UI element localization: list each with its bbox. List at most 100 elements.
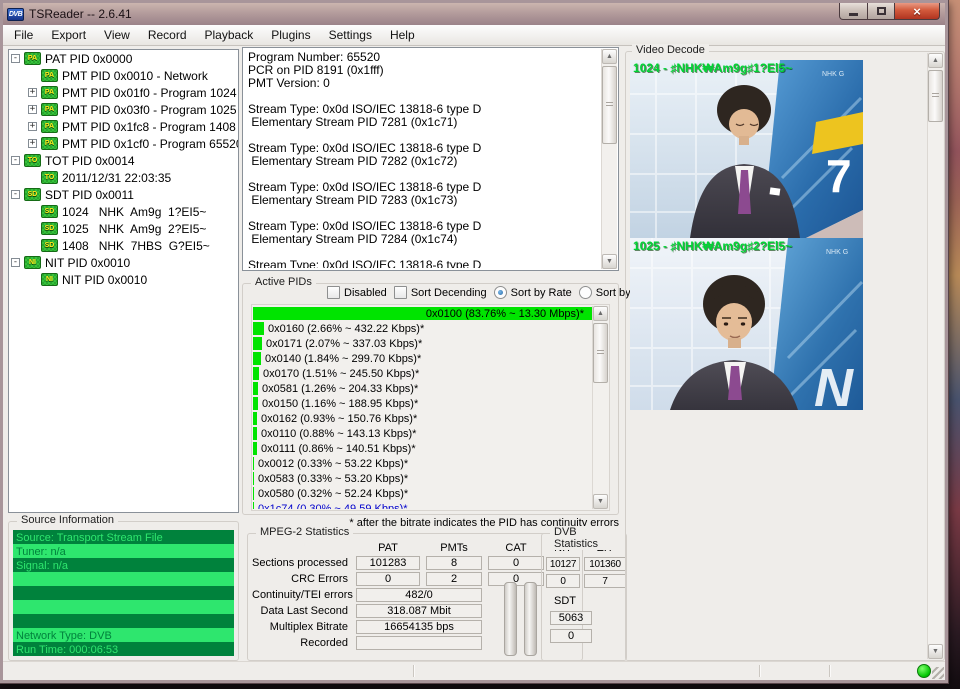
source-info-row: Network Type: DVB	[13, 628, 234, 642]
stats-value-field: 0	[546, 574, 580, 588]
pid-bitrate-bar	[253, 382, 258, 395]
tree-item[interactable]: -PAPAT PID 0x0000	[9, 50, 238, 67]
tree-item[interactable]: +PAPMT PID 0x01f0 - Program 1024	[9, 84, 238, 101]
stats-col-header: PAT	[356, 542, 420, 554]
table-icon-pa: PA	[41, 103, 58, 116]
pid-bitrate-bar	[253, 457, 254, 470]
buffer-gauge-2	[524, 582, 537, 656]
scroll-up-icon[interactable]: ▲	[602, 49, 617, 64]
menu-item-export[interactable]: Export	[42, 26, 95, 44]
expand-icon[interactable]: +	[28, 105, 37, 114]
source-info-row	[13, 614, 234, 628]
tree-item[interactable]: PAPMT PID 0x0010 - Network	[9, 67, 238, 84]
pid-list-scrollbar[interactable]: ▲ ▼	[592, 306, 608, 509]
tree-item[interactable]: +PAPMT PID 0x03f0 - Program 1025	[9, 101, 238, 118]
tree-item[interactable]: +PAPMT PID 0x1fc8 - Program 1408	[9, 118, 238, 135]
pid-bitrate-bar	[253, 472, 254, 485]
tree-item[interactable]: SD 1025 NHK Am9g 2?EI5~	[9, 220, 238, 237]
checkbox-disabled[interactable]: Disabled	[327, 286, 387, 299]
program-scrollbar[interactable]: ▲ ▼	[601, 49, 617, 269]
scroll-down-icon[interactable]: ▼	[593, 494, 608, 509]
tree-item[interactable]: SD1408 NHK 7HBS G?EI5~	[9, 237, 238, 254]
tree-item[interactable]: NINIT PID 0x0010	[9, 271, 238, 288]
table-icon-to: TO	[24, 154, 41, 167]
video-panel-scrollbar[interactable]: ▲ ▼	[927, 53, 943, 659]
tree-item[interactable]: SD1024 NHK Am9g 1?EI5~	[9, 203, 238, 220]
tree-item[interactable]: -NINIT PID 0x0010	[9, 254, 238, 271]
pid-row[interactable]: 0x0111 (0.86% ~ 140.51 Kbps)*	[253, 441, 592, 456]
pid-row[interactable]: 0x0140 (1.84% ~ 299.70 Kbps)*	[253, 351, 592, 366]
source-info-row	[13, 600, 234, 614]
table-icon-ni: NI	[24, 256, 41, 269]
pid-row[interactable]: 0x0171 (2.07% ~ 337.03 Kbps)*	[253, 336, 592, 351]
table-icon-sd: SD	[41, 205, 58, 218]
scrollbar-thumb[interactable]	[602, 66, 617, 144]
checkbox-sort-decending[interactable]: Sort Decending	[394, 286, 487, 299]
maximize-button[interactable]	[868, 3, 895, 20]
radio-icon	[579, 286, 592, 299]
pid-tree[interactable]: -PAPAT PID 0x0000PAPMT PID 0x0010 - Netw…	[8, 49, 239, 513]
pid-row[interactable]: 0x0583 (0.33% ~ 53.20 Kbps)*	[253, 471, 592, 486]
menu-item-plugins[interactable]: Plugins	[262, 26, 319, 44]
expand-icon[interactable]: +	[28, 139, 37, 148]
tree-item[interactable]: +PAPMT PID 0x1cf0 - Program 65520	[9, 135, 238, 152]
tree-item-label: 1408 NHK 7HBS G?EI5~	[62, 239, 210, 253]
resize-grip[interactable]	[932, 667, 944, 679]
scroll-down-icon[interactable]: ▼	[928, 644, 943, 659]
active-pids-list[interactable]: 0x0100 (83.76% ~ 13.30 Mbps)*0x0160 (2.6…	[251, 304, 610, 511]
collapse-icon[interactable]: -	[11, 190, 20, 199]
menu-item-record[interactable]: Record	[139, 26, 196, 44]
scroll-up-icon[interactable]: ▲	[928, 53, 943, 68]
pid-row-label: 0x0581 (1.26% ~ 204.33 Kbps)*	[262, 383, 418, 395]
buffer-gauge-1	[504, 582, 517, 656]
menu-item-playback[interactable]: Playback	[196, 26, 263, 44]
tree-item[interactable]: -TOTOT PID 0x0014	[9, 152, 238, 169]
pid-row[interactable]: 0x0580 (0.32% ~ 52.24 Kbps)*	[253, 486, 592, 501]
sdt-errors-field: 0	[550, 629, 592, 643]
tree-item[interactable]: TO2011/12/31 22:03:35	[9, 169, 238, 186]
signal-status-indicator	[917, 664, 931, 678]
pid-row[interactable]: 0x0150 (1.16% ~ 188.95 Kbps)*	[253, 396, 592, 411]
stats-col-header: PMTs	[426, 542, 482, 554]
pid-row[interactable]: 0x0100 (83.76% ~ 13.30 Mbps)*	[253, 306, 592, 321]
pid-row[interactable]: 0x0170 (1.51% ~ 245.50 Kbps)*	[253, 366, 592, 381]
active-pids-group: Active PIDs DisabledSort DecendingSort b…	[242, 283, 619, 515]
menu-item-file[interactable]: File	[5, 26, 42, 44]
collapse-icon[interactable]: -	[11, 156, 20, 165]
dvb-sdt-section: SDT 5063 0	[542, 588, 626, 643]
close-icon: ×	[913, 4, 921, 19]
radio-sort-by-rate[interactable]: Sort by Rate	[494, 286, 572, 299]
expand-icon[interactable]: +	[28, 122, 37, 131]
scroll-up-icon[interactable]: ▲	[593, 306, 608, 321]
minimize-button[interactable]	[839, 3, 868, 20]
close-button[interactable]: ×	[895, 3, 940, 20]
title-bar[interactable]: DVB TSReader -- 2.6.41 ×	[3, 3, 945, 25]
menu-item-settings[interactable]: Settings	[320, 26, 381, 44]
svg-text:7: 7	[826, 150, 852, 202]
table-icon-sd: SD	[41, 222, 58, 235]
thumb-grip-icon	[606, 102, 613, 108]
collapse-icon[interactable]: -	[11, 258, 20, 267]
expand-icon[interactable]: +	[28, 88, 37, 97]
pid-row-label: 0x0140 (1.84% ~ 299.70 Kbps)*	[265, 353, 421, 365]
mpeg2-statistics-group: MPEG-2 Statistics PATPMTsCATSections pro…	[247, 533, 583, 661]
scrollbar-thumb[interactable]	[928, 70, 943, 122]
stats-value-field	[356, 636, 482, 650]
pid-row[interactable]: 0x0162 (0.93% ~ 150.76 Kbps)*	[253, 411, 592, 426]
pid-row[interactable]: 0x1c74 (0.30% ~ 49.59 Kbps)*	[253, 501, 592, 509]
menu-item-help[interactable]: Help	[381, 26, 424, 44]
pid-row-label: 0x0111 (0.86% ~ 140.51 Kbps)*	[261, 443, 416, 455]
pid-row[interactable]: 0x0160 (2.66% ~ 432.22 Kbps)*	[253, 321, 592, 336]
pid-bitrate-bar	[253, 397, 258, 410]
tree-item[interactable]: -SDSDT PID 0x0011	[9, 186, 238, 203]
scroll-down-icon[interactable]: ▼	[602, 254, 617, 269]
program-detail-panel[interactable]: Program Number: 65520 PCR on PID 8191 (0…	[242, 47, 619, 271]
menu-item-view[interactable]: View	[95, 26, 139, 44]
pid-row[interactable]: 0x0110 (0.88% ~ 143.13 Kbps)*	[253, 426, 592, 441]
scrollbar-thumb[interactable]	[593, 323, 608, 383]
collapse-icon[interactable]: -	[11, 54, 20, 63]
stats-row-label: Recorded	[252, 637, 350, 649]
pid-row[interactable]: 0x0012 (0.33% ~ 53.22 Kbps)*	[253, 456, 592, 471]
pid-row[interactable]: 0x0581 (1.26% ~ 204.33 Kbps)*	[253, 381, 592, 396]
tree-item-label: 1025 NHK Am9g 2?EI5~	[62, 222, 206, 236]
